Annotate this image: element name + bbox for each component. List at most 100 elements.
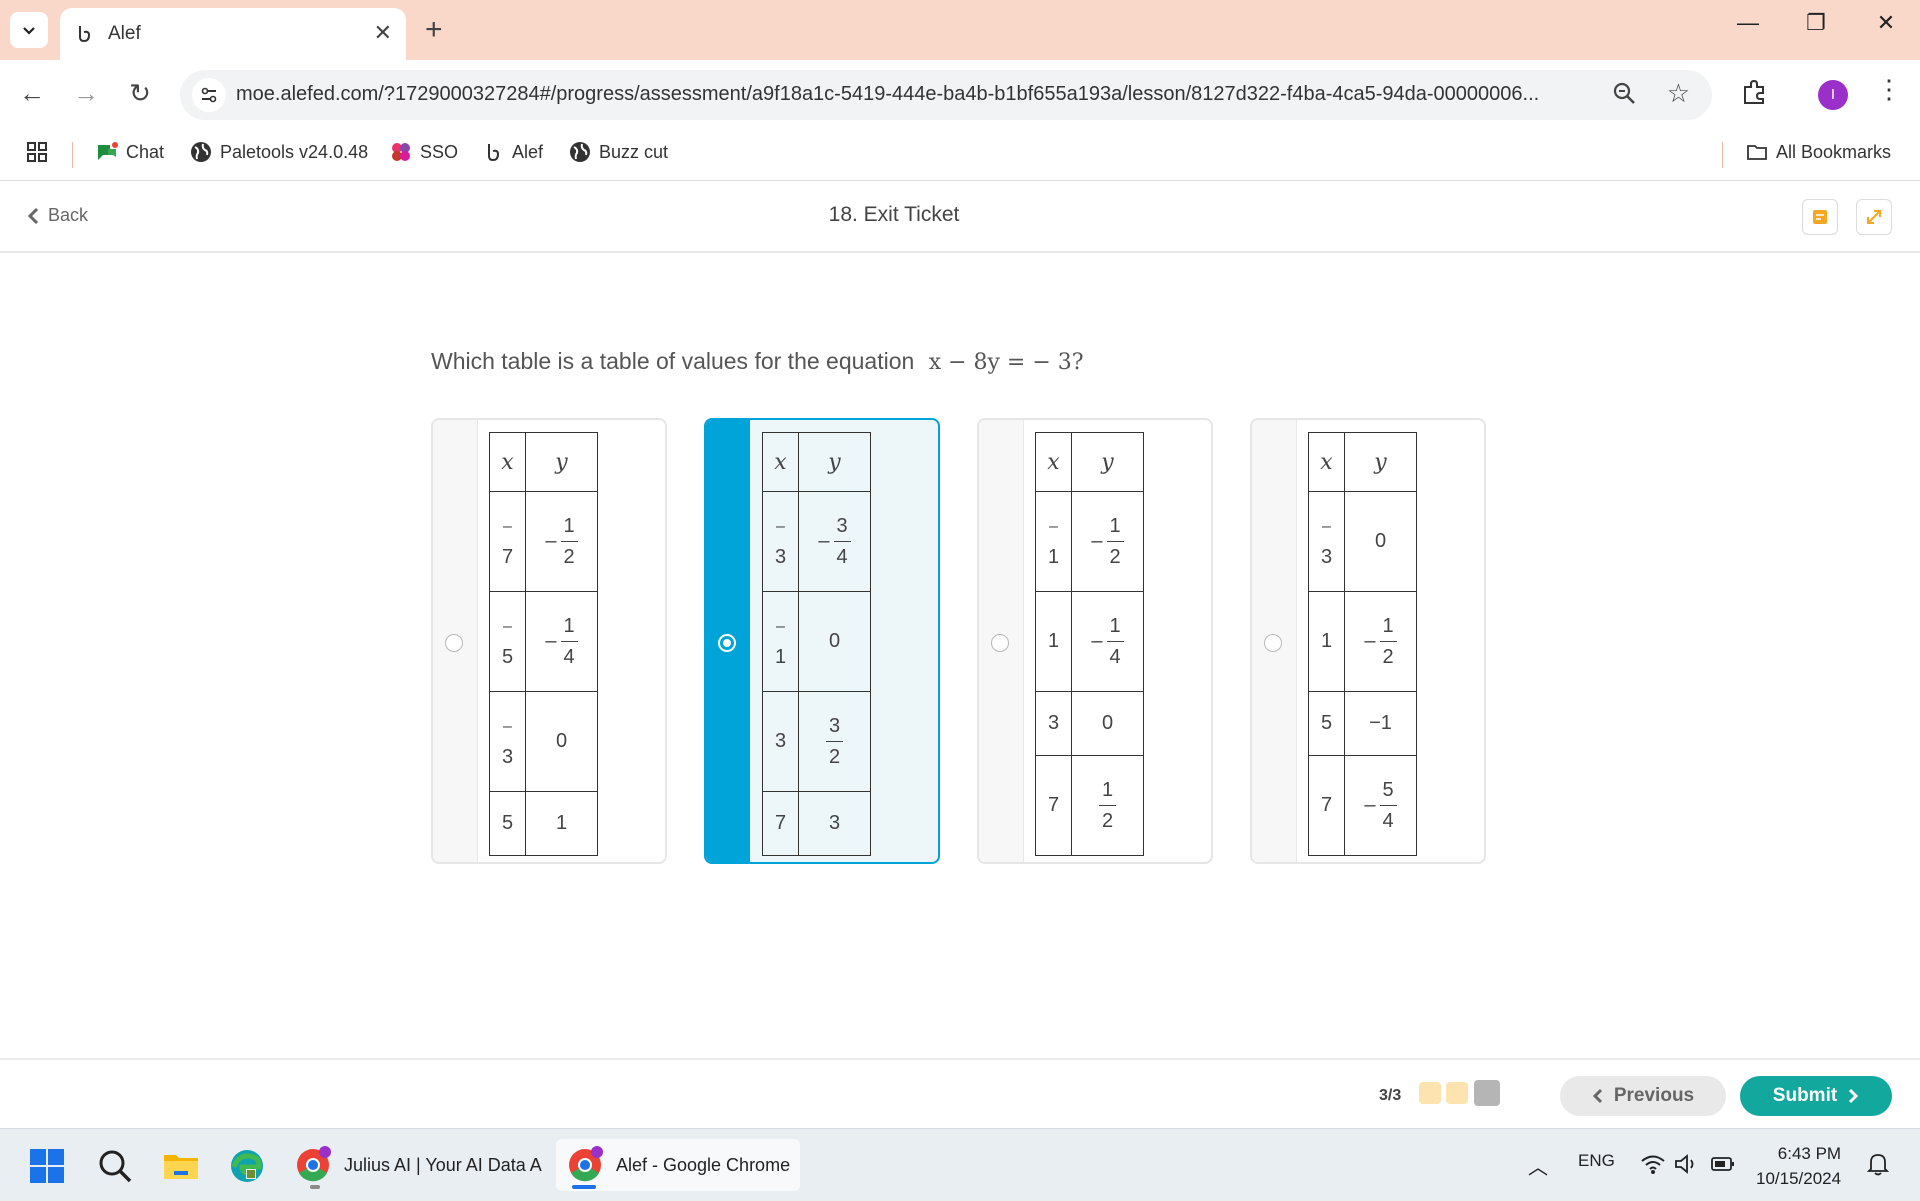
volume-icon[interactable] <box>1674 1153 1700 1175</box>
globe-icon <box>570 142 590 162</box>
x-cell: –5 <box>489 591 526 692</box>
option-rail[interactable] <box>706 420 750 862</box>
chevron-left-icon <box>1592 1088 1602 1104</box>
column-header-x: x <box>489 432 526 492</box>
all-bookmarks-button[interactable]: All Bookmarks <box>1746 141 1891 163</box>
language-indicator[interactable]: ENG <box>1578 1151 1615 1171</box>
back-arrow-icon[interactable]: ← <box>14 78 50 109</box>
x-cell: 7 <box>1035 755 1072 856</box>
y-cell: 0 <box>1344 491 1417 592</box>
option-rail[interactable] <box>1252 420 1297 862</box>
new-tab-button[interactable]: + <box>425 12 443 48</box>
y-value: –1 2 <box>1364 615 1397 668</box>
taskbar-app-alef-chrome[interactable]: Alef - Google Chrome <box>556 1139 801 1191</box>
restore-icon[interactable]: ❐ <box>1796 10 1836 36</box>
bookmark-chat[interactable]: Chat <box>96 141 164 163</box>
chevron-down-icon <box>23 27 35 35</box>
column-header-y: y <box>1071 432 1144 492</box>
lesson-header: Back 18. Exit Ticket <box>0 181 1920 253</box>
y-cell: 0 <box>525 691 598 792</box>
site-info-icon[interactable] <box>192 78 226 112</box>
apps-grid-icon[interactable] <box>26 141 48 163</box>
y-value: –1 2 <box>1091 515 1124 568</box>
radio-button[interactable] <box>991 634 1009 652</box>
table-row: –5-1/4–14 <box>489 591 598 692</box>
submit-button[interactable]: Submit <box>1740 1076 1892 1116</box>
option-rail[interactable] <box>433 420 478 862</box>
bookmark-divider <box>1722 142 1723 168</box>
alef-icon <box>488 144 500 162</box>
bookmark-star-icon[interactable]: ☆ <box>1667 78 1690 109</box>
bookmark-alef[interactable]: Alef <box>482 141 543 163</box>
alef-icon <box>79 26 91 43</box>
question-text: Which table is a table of values for the… <box>431 348 915 374</box>
x-cell: 7 <box>762 791 799 856</box>
notification-bell-icon[interactable] <box>1866 1151 1890 1177</box>
search-icon[interactable] <box>96 1147 134 1185</box>
radio-button[interactable] <box>718 634 736 652</box>
table-row: –3 0 <box>489 691 598 792</box>
bookmark-sso[interactable]: SSO <box>390 141 458 163</box>
forward-arrow-icon[interactable]: → <box>68 78 104 109</box>
previous-button[interactable]: Previous <box>1560 1076 1726 1116</box>
x-value: 3 <box>774 545 787 568</box>
radio-button[interactable] <box>445 634 463 652</box>
y-value: 0 <box>555 730 568 752</box>
x-cell: 3 <box>762 691 799 792</box>
chrome-icon <box>569 1146 603 1182</box>
radio-button[interactable] <box>1264 634 1282 652</box>
taskbar-app-julius[interactable]: Julius AI | Your AI Data A <box>284 1139 552 1191</box>
bookmark-paletools[interactable]: Paletools v24.0.48 <box>190 141 368 163</box>
system-clock[interactable]: 6:43 PM 10/15/2024 <box>1756 1141 1841 1191</box>
reload-icon[interactable]: ↻ <box>122 78 158 109</box>
minimize-icon[interactable]: — <box>1728 10 1768 36</box>
column-header-x: x <box>762 432 799 492</box>
close-icon[interactable]: ✕ <box>374 20 392 46</box>
x-cell: –3 <box>489 691 526 792</box>
zoom-icon[interactable] <box>1612 81 1638 107</box>
tab-title: Alef <box>108 23 141 44</box>
browser-tab-alef[interactable]: Alef ✕ <box>60 8 406 60</box>
progress-dot[interactable] <box>1446 1082 1468 1104</box>
windows-start-icon[interactable] <box>28 1147 66 1185</box>
progress-dot[interactable] <box>1419 1082 1441 1104</box>
wifi-icon[interactable] <box>1640 1153 1666 1175</box>
tab-search-button[interactable] <box>10 12 48 48</box>
notes-button[interactable] <box>1802 199 1838 235</box>
bookmark-buzz-cut[interactable]: Buzz cut <box>569 141 668 163</box>
window-close-icon[interactable]: ✕ <box>1866 10 1906 36</box>
x-cell: 1 <box>1035 591 1072 692</box>
table-row: 51 <box>489 791 598 856</box>
browser-menu-icon[interactable]: ⋮ <box>1876 74 1902 105</box>
values-table: xy–3-3/4–34–1033/23273 <box>762 432 871 856</box>
table-row: –3-3/4–34 <box>762 491 871 592</box>
option-rail[interactable] <box>979 420 1024 862</box>
chevron-up-icon[interactable]: ︿ <box>1528 1151 1548 1180</box>
y-cell: -5/4–54 <box>1344 755 1417 856</box>
answer-option-2[interactable]: xy–3-3/4–34–1033/23273 <box>704 418 940 864</box>
fullscreen-button[interactable] <box>1856 199 1892 235</box>
progress-dot-current[interactable] <box>1474 1080 1500 1106</box>
table-row: 7 -5/4–54 <box>1308 755 1417 856</box>
answer-option-3[interactable]: xy–1-1/2–121-1/4–143071/212 <box>977 418 1213 864</box>
answer-option-1[interactable]: xy–7-1/2–12–5-1/4–14–3051 <box>431 418 667 864</box>
x-cell: –3 <box>1308 491 1345 592</box>
edge-icon[interactable] <box>228 1147 266 1185</box>
x-value: 7 <box>501 545 514 568</box>
active-indicator <box>572 1185 596 1189</box>
x-value: 3 <box>774 730 787 752</box>
extensions-icon[interactable] <box>1740 78 1768 106</box>
answer-option-4[interactable]: xy–3 0 1 -1/2–12 5 −1 7 -5/4–54 <box>1250 418 1486 864</box>
page-title: 18. Exit Ticket <box>828 203 960 226</box>
y-cell: -1/4–14 <box>525 591 598 692</box>
table-row: 1 -1/4–14 <box>1035 591 1144 692</box>
expand-icon <box>1867 210 1881 224</box>
file-explorer-icon[interactable] <box>162 1147 200 1185</box>
profile-avatar[interactable]: I <box>1818 80 1848 110</box>
x-value: 1 <box>774 645 787 668</box>
battery-icon[interactable] <box>1710 1154 1736 1174</box>
column-header-y: y <box>525 432 598 492</box>
address-bar[interactable]: moe.alefed.com/?1729000327284#/progress/… <box>180 70 1712 120</box>
y-value: 12 <box>1098 779 1117 832</box>
x-value: 7 <box>1047 794 1060 816</box>
